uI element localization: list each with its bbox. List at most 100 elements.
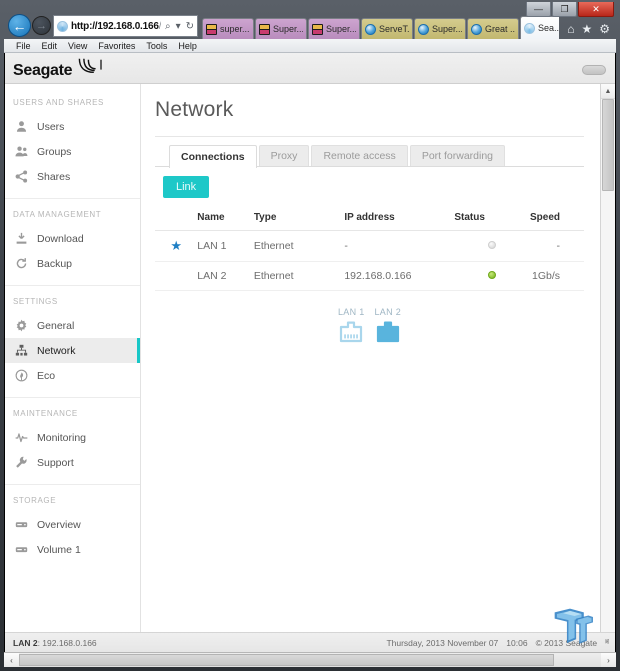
tab-connections[interactable]: Connections — [169, 145, 257, 168]
browser-tab[interactable]: ServeT... — [361, 18, 413, 39]
browser-tab[interactable]: super... — [202, 18, 254, 39]
menu-item-view[interactable]: View — [68, 41, 87, 51]
table-row[interactable]: LAN 2 Ethernet 192.168.0.166 1Gb/s — [155, 261, 584, 291]
address-path: /#netwo — [159, 21, 161, 32]
hscrollbar-thumb[interactable] — [19, 654, 555, 666]
collapse-chevron-icon[interactable]: ⱝ — [605, 637, 609, 648]
browser-tab-active[interactable]: Sea... ✕ — [520, 16, 560, 39]
sidebar-item-download[interactable]: Download — [5, 226, 140, 251]
home-icon[interactable]: ⌂ — [567, 22, 574, 36]
sidebar-item-groups[interactable]: Groups — [5, 139, 140, 164]
page-scrollbar[interactable]: ▲ — [600, 84, 615, 632]
menu-item-file[interactable]: File — [16, 41, 31, 51]
menu-item-favorites[interactable]: Favorites — [98, 41, 135, 51]
sidebar-item-label: Groups — [37, 145, 72, 158]
sidebar-item-shares[interactable]: Shares — [5, 164, 140, 189]
tab-port-forwarding[interactable]: Port forwarding — [409, 145, 506, 166]
tab-remote-access[interactable]: Remote access — [311, 145, 408, 166]
browser-tab[interactable]: Great ... — [467, 18, 519, 39]
column-header-speed: Speed — [529, 212, 584, 231]
back-button[interactable]: ← — [8, 14, 31, 37]
maximize-icon: ❐ — [560, 3, 569, 14]
sidebar-item-support[interactable]: Support — [5, 450, 140, 475]
menu-item-help[interactable]: Help — [178, 41, 197, 51]
site-favicon-icon — [57, 20, 68, 32]
browser-tab[interactable]: Super... — [308, 18, 360, 39]
maximize-button[interactable]: ❐ — [552, 2, 577, 17]
row-type-cell: Ethernet — [253, 230, 345, 262]
row-favorite-cell[interactable]: ★ — [155, 230, 198, 262]
browser-tab[interactable]: Super... — [255, 18, 307, 39]
connections-table: Name Type IP address Status Speed ★ LAN … — [155, 212, 584, 291]
row-name-cell: LAN 1 — [197, 230, 254, 262]
search-icon[interactable]: ⌕ — [164, 21, 172, 32]
forward-button[interactable]: → — [32, 16, 51, 35]
page-icon — [524, 22, 535, 34]
close-button[interactable]: ✕ — [578, 2, 614, 17]
app-body: USERS AND SHARES Users Groups Shares DAT… — [5, 84, 615, 632]
scroll-up-icon[interactable]: ▲ — [600, 84, 615, 99]
sidebar-item-backup[interactable]: Backup — [5, 251, 140, 276]
menu-item-tools[interactable]: Tools — [146, 41, 167, 51]
sidebar-item-users[interactable]: Users — [5, 114, 140, 139]
minimize-button[interactable]: — — [526, 2, 551, 17]
user-icon — [16, 121, 27, 132]
table-row[interactable]: ★ LAN 1 Ethernet - - — [155, 230, 584, 262]
status-date: Thursday, 2013 November 07 — [386, 637, 499, 648]
tab-label: Port forwarding — [421, 150, 494, 162]
favorite-star-icon[interactable]: ★ — [170, 238, 182, 253]
port-lan-2[interactable]: LAN 2 — [375, 307, 402, 344]
share-icon — [15, 170, 28, 183]
favorites-star-icon[interactable]: ★ — [581, 22, 592, 36]
sidebar-item-volume-1[interactable]: Volume 1 — [5, 537, 140, 562]
sidebar-group-data-management: DATA MANAGEMENT Download Backup — [5, 198, 140, 276]
status-indicator-off — [488, 241, 497, 249]
column-header-ip: IP address — [344, 212, 455, 231]
browser-window: — ❐ ✕ ← → http://192.168.0.166/#netwo ⌕ … — [0, 0, 620, 671]
row-speed-cell: - — [529, 230, 584, 262]
port-label: LAN 1 — [337, 307, 365, 317]
seagate-logo: Seagate — [13, 57, 110, 80]
settings-gear-icon[interactable]: ⚙ — [599, 22, 610, 36]
status-connection-ip: : 192.168.0.166 — [37, 637, 97, 648]
address-bar[interactable]: http://192.168.0.166/#netwo ⌕ ▾ ↻ — [53, 15, 198, 37]
status-copyright: © 2013 Seagate — [535, 637, 598, 648]
chevron-down-icon[interactable]: ▾ — [175, 21, 182, 32]
sidebar-item-eco[interactable]: Eco — [5, 363, 140, 388]
sidebar-item-network[interactable]: Network — [5, 338, 140, 363]
sidebar-group-settings: SETTINGS General Network Eco — [5, 285, 140, 388]
scroll-left-icon[interactable]: ‹ — [4, 653, 19, 667]
port-label: LAN 2 — [374, 307, 402, 317]
row-status-cell — [454, 230, 530, 262]
browser-horizontal-scrollbar[interactable]: ‹ › — [4, 652, 616, 667]
sidebar-group-label: DATA MANAGEMENT — [13, 210, 102, 219]
sidebar-item-overview[interactable]: Overview — [5, 512, 140, 537]
browser-tab[interactable]: Super... — [414, 18, 466, 39]
sidebar-group-storage: STORAGE Overview Volume 1 — [5, 484, 140, 562]
status-indicator-on — [488, 271, 497, 279]
case-icon — [312, 23, 323, 35]
row-favorite-cell[interactable] — [155, 261, 198, 291]
app-header: Seagate — [5, 53, 615, 84]
scroll-right-icon[interactable]: › — [601, 653, 616, 667]
sidebar-item-label: Download — [37, 232, 84, 245]
header-menu-toggle[interactable] — [582, 65, 606, 75]
scrollbar-track[interactable] — [601, 99, 615, 632]
browser-tabstrip: super... Super... Super... ServeT... Sup… — [202, 16, 560, 39]
link-button[interactable]: Link — [163, 176, 210, 198]
menu-item-edit[interactable]: Edit — [42, 41, 58, 51]
port-lan-1[interactable]: LAN 1 — [338, 307, 365, 344]
globe-icon — [365, 23, 376, 35]
tab-label: Super... — [273, 24, 303, 34]
sidebar-item-monitoring[interactable]: Monitoring — [5, 425, 140, 450]
row-ip-cell: 192.168.0.166 — [344, 261, 455, 291]
sidebar-item-general[interactable]: General — [5, 313, 140, 338]
status-connection-name: LAN 2 — [13, 637, 38, 648]
sidebar-group-maintenance: MAINTENANCE Monitoring Support — [5, 397, 140, 475]
tab-proxy[interactable]: Proxy — [258, 145, 310, 166]
scrollbar-thumb[interactable] — [602, 99, 614, 191]
minimize-icon: — — [534, 3, 543, 14]
refresh-icon[interactable]: ↻ — [185, 21, 195, 32]
hscrollbar-track[interactable] — [19, 653, 601, 667]
toolbar-row: Link — [155, 167, 584, 198]
